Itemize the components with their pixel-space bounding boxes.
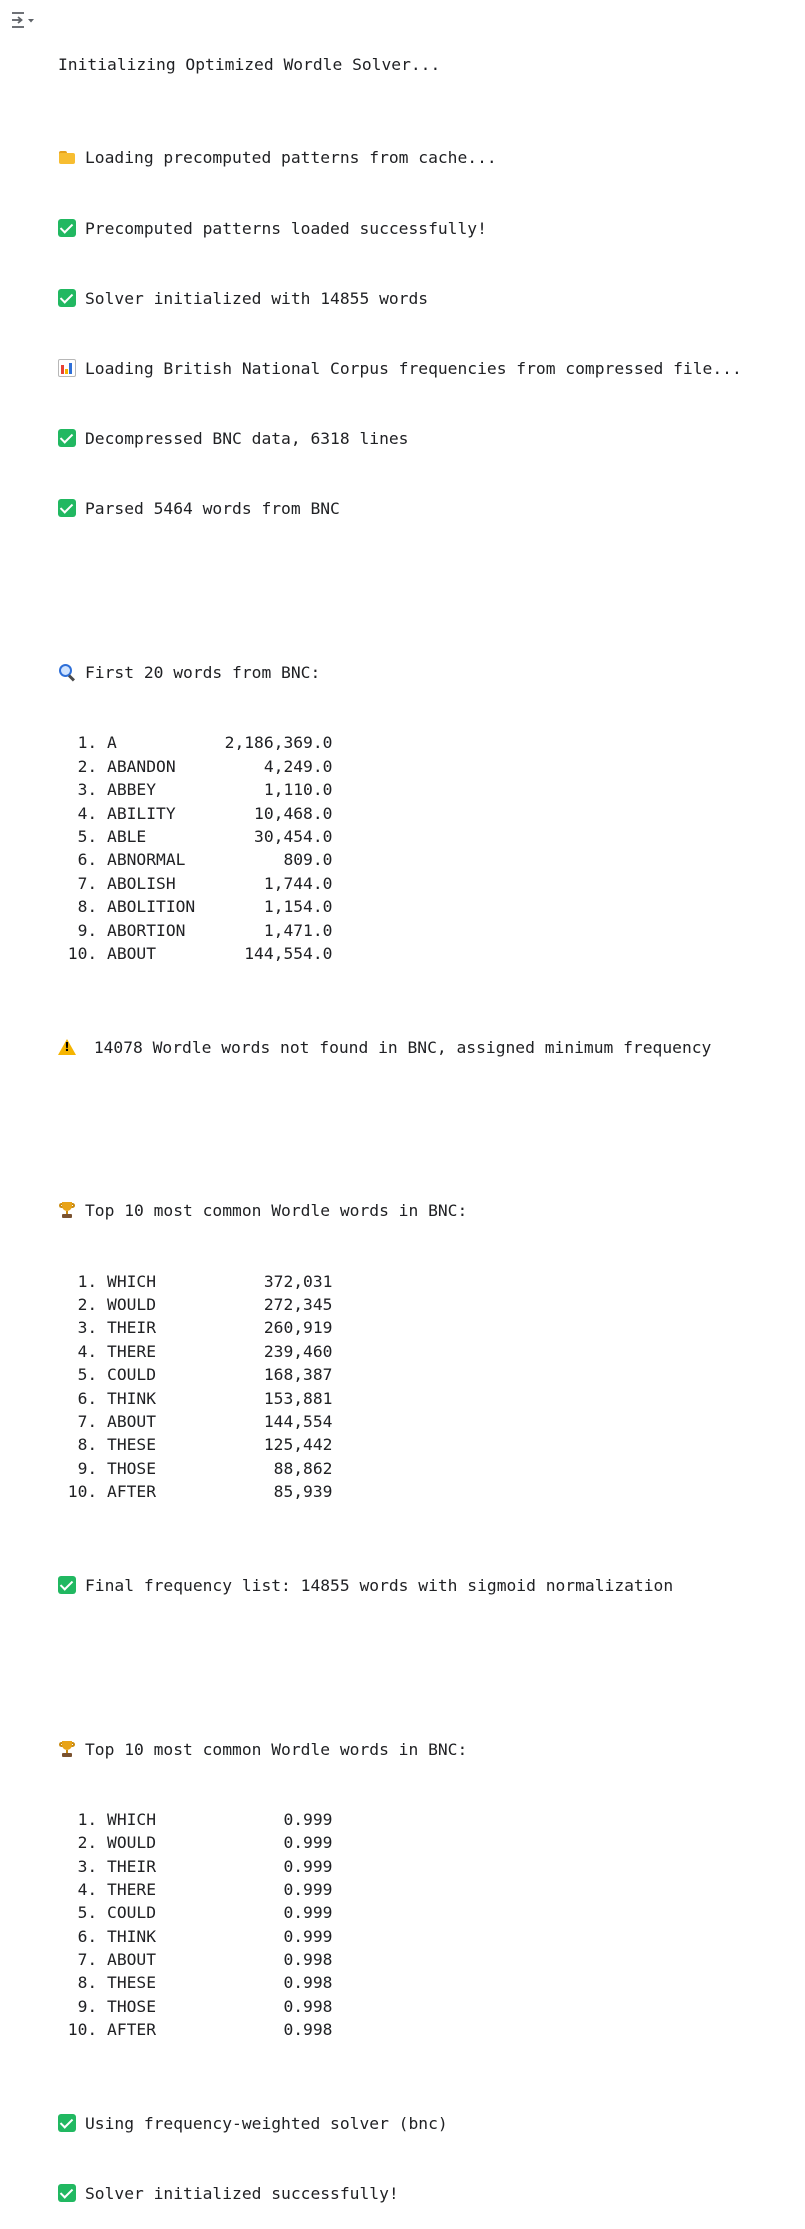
folder-icon (58, 148, 76, 166)
output-line-solver-words: Solver initialized with 14855 words (58, 287, 803, 310)
output-line-parsed: Parsed 5464 words from BNC (58, 497, 803, 520)
output-title: Initializing Optimized Wordle Solver... (58, 54, 441, 74)
check-mark-icon (58, 218, 76, 237)
output-toggle-button[interactable] (6, 8, 40, 32)
trophy-icon (58, 1740, 76, 1758)
top10-counts-heading: Top 10 most common Wordle words in BNC: (58, 1199, 803, 1222)
list-item: 1. WHICH 372,031 (58, 1271, 333, 1291)
list-item: 4. THERE 239,460 (58, 1341, 333, 1361)
list-item: 4. THERE 0.999 (58, 1879, 333, 1899)
top10-normalized-heading: Top 10 most common Wordle words in BNC: (58, 1738, 803, 1761)
first-20-list: 1. A 2,186,369.0 2. ABANDON 4,249.0 3. A… (58, 731, 803, 965)
list-item: 5. COULD 168,387 (58, 1365, 333, 1385)
trophy-icon (58, 1201, 76, 1219)
list-item: 6. THINK 0.999 (58, 1926, 333, 1946)
top10-normalized-list: 1. WHICH 0.999 2. WOULD 0.999 3. THEIR 0… (58, 1808, 803, 2042)
list-item: 7. ABOUT 144,554 (58, 1411, 333, 1431)
first-20-heading: First 20 words from BNC: (58, 661, 803, 684)
list-item: 7. ABOUT 0.998 (58, 1950, 333, 1970)
check-mark-icon (58, 499, 76, 518)
list-item: 9. THOSE 0.998 (58, 1996, 333, 2016)
output-line-loading-patterns: Loading precomputed patterns from cache.… (58, 146, 803, 169)
list-item: 10. ABOUT 144,554.0 (58, 943, 333, 963)
top10-counts-list: 1. WHICH 372,031 2. WOULD 272,345 3. THE… (58, 1270, 803, 1504)
list-item: 3. ABBEY 1,110.0 (58, 780, 333, 800)
list-item: 10. AFTER 0.998 (58, 2020, 333, 2040)
check-mark-icon (58, 1575, 76, 1594)
check-mark-icon (58, 288, 76, 307)
output-line-final-list: Final frequency list: 14855 words with s… (58, 1574, 803, 1597)
output-line-loading-bnc: Loading British National Corpus frequenc… (58, 357, 803, 380)
list-item: 6. ABNORMAL 809.0 (58, 850, 333, 870)
list-item: 9. THOSE 88,862 (58, 1458, 333, 1478)
check-mark-icon (58, 2184, 76, 2203)
output-line-patterns-loaded: Precomputed patterns loaded successfully… (58, 217, 803, 240)
list-item: 10. AFTER 85,939 (58, 1482, 333, 1502)
bar-chart-icon (58, 359, 76, 378)
list-item: 9. ABORTION 1,471.0 (58, 920, 333, 940)
list-item: 8. THESE 125,442 (58, 1435, 333, 1455)
list-item: 8. THESE 0.998 (58, 1973, 333, 1993)
magnifying-glass-icon (58, 663, 76, 681)
list-item: 2. WOULD 272,345 (58, 1294, 333, 1314)
list-item: 1. WHICH 0.999 (58, 1809, 333, 1829)
list-item: 5. ABLE 30,454.0 (58, 827, 333, 847)
check-mark-icon (58, 2113, 76, 2132)
list-item: 7. ABOLISH 1,744.0 (58, 873, 333, 893)
warning-icon (58, 1038, 76, 1056)
list-item: 2. WOULD 0.999 (58, 1833, 333, 1853)
output-line-not-found-warning: 14078 Wordle words not found in BNC, ass… (58, 1036, 803, 1059)
list-item: 2. ABANDON 4,249.0 (58, 756, 333, 776)
output-toggle-icon (12, 12, 34, 28)
check-mark-icon (58, 429, 76, 448)
output-line-decompressed: Decompressed BNC data, 6318 lines (58, 427, 803, 450)
list-item: 1. A 2,186,369.0 (58, 733, 333, 753)
list-item: 6. THINK 153,881 (58, 1388, 333, 1408)
list-item: 3. THEIR 0.999 (58, 1856, 333, 1876)
output-line-solver-done: Solver initialized successfully! (58, 2182, 803, 2205)
list-item: 8. ABOLITION 1,154.0 (58, 897, 333, 917)
cell-output: Initializing Optimized Wordle Solver... … (58, 6, 803, 2229)
output-line-using-solver: Using frequency-weighted solver (bnc) (58, 2112, 803, 2135)
list-item: 5. COULD 0.999 (58, 1903, 333, 1923)
list-item: 3. THEIR 260,919 (58, 1318, 333, 1338)
list-item: 4. ABILITY 10,468.0 (58, 803, 333, 823)
